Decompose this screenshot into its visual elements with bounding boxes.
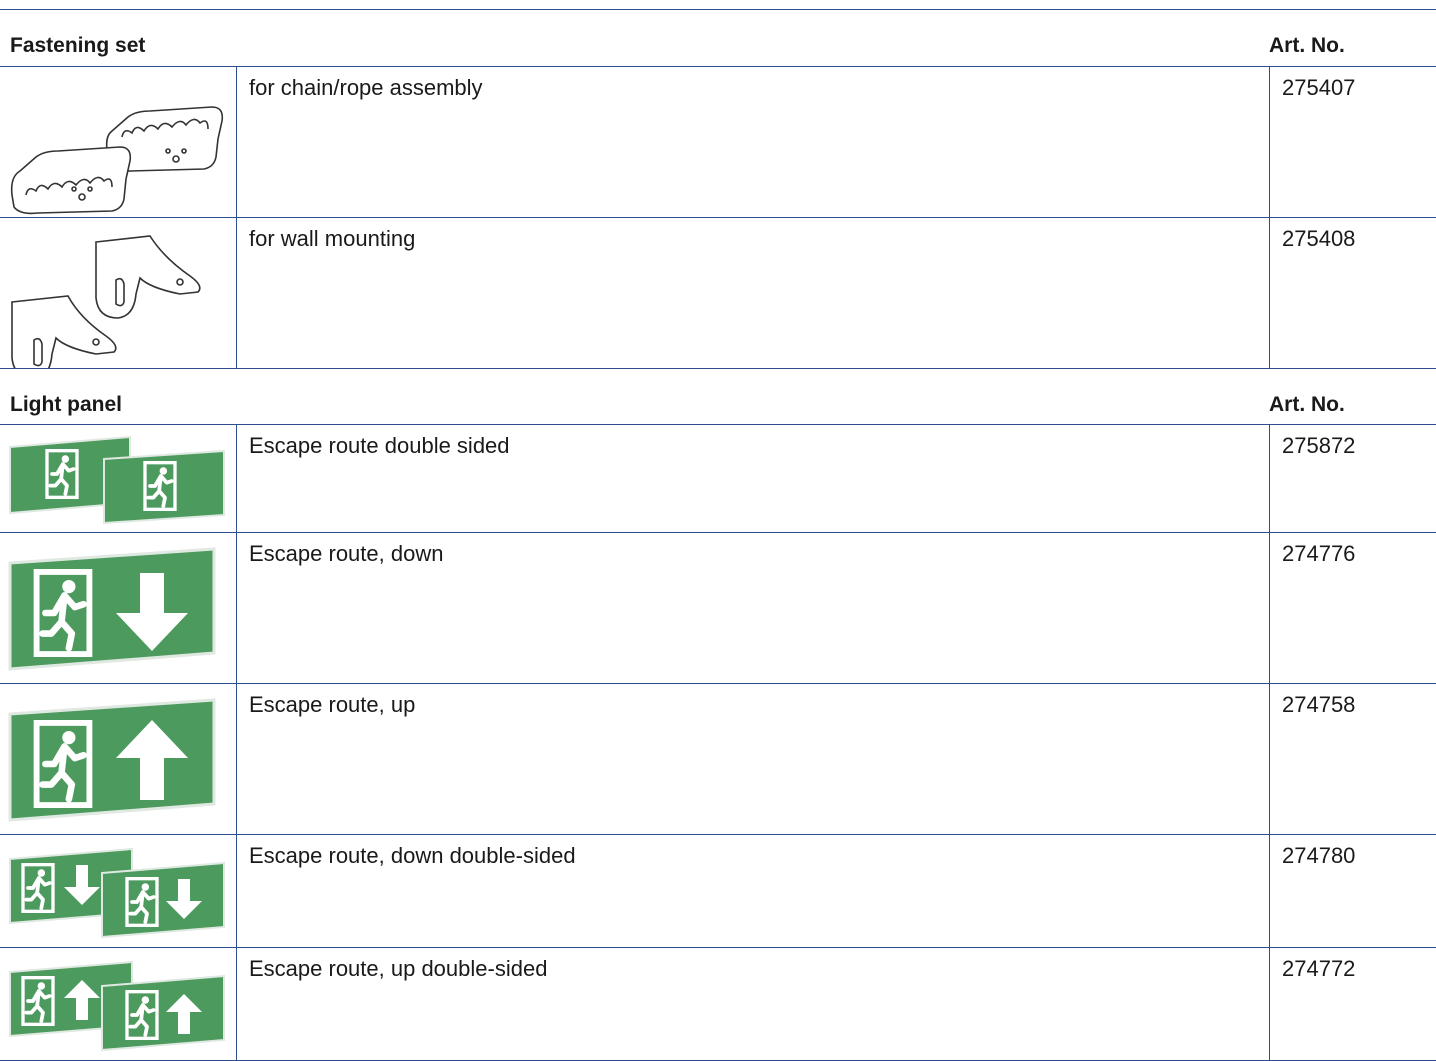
art-number: 274776 — [1270, 533, 1436, 684]
light-panel-table: Escape route double sided 275872 Escape … — [0, 424, 1436, 1061]
product-image-cell — [0, 425, 237, 533]
escape-route-down-icon — [0, 533, 236, 683]
product-image-cell — [0, 218, 237, 369]
art-number: 274780 — [1270, 835, 1436, 948]
description: Escape route, down — [237, 533, 1270, 684]
product-image-cell — [0, 684, 237, 835]
description: for chain/rope assembly — [237, 67, 1270, 218]
section-title: Fastening set — [10, 34, 145, 58]
section-title: Light panel — [10, 393, 122, 417]
table-row: Escape route, down 274776 — [0, 533, 1436, 684]
escape-route-double-sided-icon — [0, 425, 236, 532]
table-row: Escape route double sided 275872 — [0, 425, 1436, 533]
chain-rope-bracket-icon — [0, 67, 236, 217]
art-number: 274758 — [1270, 684, 1436, 835]
table-row: Escape route, down double-sided 274780 — [0, 835, 1436, 948]
description: Escape route, up — [237, 684, 1270, 835]
description: Escape route, down double-sided — [237, 835, 1270, 948]
product-image-cell — [0, 67, 237, 218]
section-header-fastening-set: Fastening set Art. No. — [0, 34, 1436, 60]
description: Escape route double sided — [237, 425, 1270, 533]
art-no-header: Art. No. — [1269, 393, 1345, 417]
escape-route-up-icon — [0, 684, 236, 834]
product-image-cell — [0, 835, 237, 948]
table-row: Escape route, up double-sided 274772 — [0, 948, 1436, 1061]
fastening-set-table: for chain/rope assembly 275407 for wall … — [0, 66, 1436, 369]
product-image-cell — [0, 533, 237, 684]
description: Escape route, up double-sided — [237, 948, 1270, 1061]
art-number: 274772 — [1270, 948, 1436, 1061]
escape-route-down-double-sided-icon — [0, 835, 236, 947]
table-row: for wall mounting 275408 — [0, 218, 1436, 369]
art-number: 275408 — [1270, 218, 1436, 369]
table-row: for chain/rope assembly 275407 — [0, 67, 1436, 218]
top-rule — [0, 9, 1436, 10]
product-image-cell — [0, 948, 237, 1061]
art-number: 275872 — [1270, 425, 1436, 533]
description: for wall mounting — [237, 218, 1270, 369]
art-number: 275407 — [1270, 67, 1436, 218]
art-no-header: Art. No. — [1269, 34, 1345, 58]
section-header-light-panel: Light panel Art. No. — [0, 393, 1436, 419]
wall-mount-bracket-icon — [0, 218, 236, 368]
escape-route-up-double-sided-icon — [0, 948, 236, 1060]
table-row: Escape route, up 274758 — [0, 684, 1436, 835]
